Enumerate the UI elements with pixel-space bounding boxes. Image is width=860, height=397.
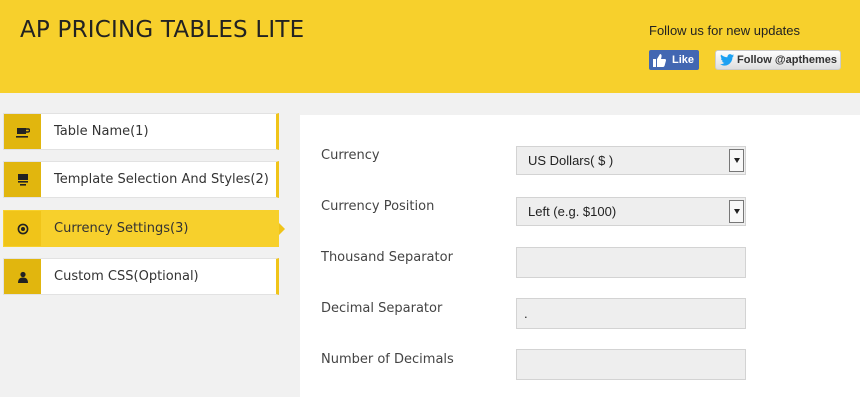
facebook-like-button[interactable]: Like (649, 50, 699, 70)
cup-icon (4, 114, 41, 149)
sidebar-item-table-name[interactable]: Table Name(1) (3, 113, 279, 150)
twitter-bird-icon (720, 54, 734, 66)
layout-icon (4, 162, 41, 197)
app-title: AP PRICING TABLES LITE (20, 17, 305, 43)
thousand-separator-label: Thousand Separator (321, 250, 453, 265)
currency-label: Currency (321, 148, 380, 163)
user-icon (4, 259, 41, 294)
sidebar-item-label: Custom CSS(Optional) (54, 269, 199, 284)
currency-settings-panel: Currency US Dollars( $ ) Currency Positi… (300, 115, 860, 397)
currency-select[interactable]: US Dollars( $ ) (516, 146, 746, 175)
number-of-decimals-input[interactable] (516, 349, 746, 380)
currency-position-select-value: Left (e.g. $100) (528, 204, 617, 219)
sidebar-item-currency-settings[interactable]: Currency Settings(3) (3, 210, 285, 247)
app-header: AP PRICING TABLES LITE Follow us for new… (0, 0, 860, 93)
sidebar-item-custom-css[interactable]: Custom CSS(Optional) (3, 258, 279, 295)
sidebar-item-label: Template Selection And Styles(2) (54, 172, 269, 187)
twitter-follow-button[interactable]: Follow @apthemes (715, 50, 841, 70)
sidebar-item-label: Currency Settings(3) (54, 221, 189, 236)
chevron-down-icon[interactable] (729, 200, 744, 223)
thumbs-up-icon (653, 53, 666, 67)
twitter-follow-label: Follow @apthemes (737, 54, 837, 66)
currency-position-label: Currency Position (321, 199, 435, 214)
currency-select-value: US Dollars( $ ) (528, 153, 614, 168)
decimal-separator-input[interactable]: . (516, 298, 746, 329)
sidebar-item-template-selection[interactable]: Template Selection And Styles(2) (3, 161, 279, 198)
target-icon (4, 211, 41, 246)
chevron-down-icon[interactable] (729, 149, 744, 172)
facebook-like-label: Like (672, 54, 695, 66)
number-of-decimals-label: Number of Decimals (321, 352, 454, 367)
follow-text: Follow us for new updates (649, 23, 801, 38)
currency-position-select[interactable]: Left (e.g. $100) (516, 197, 746, 226)
thousand-separator-input[interactable] (516, 247, 746, 278)
decimal-separator-label: Decimal Separator (321, 301, 443, 316)
sidebar-item-label: Table Name(1) (54, 124, 149, 139)
